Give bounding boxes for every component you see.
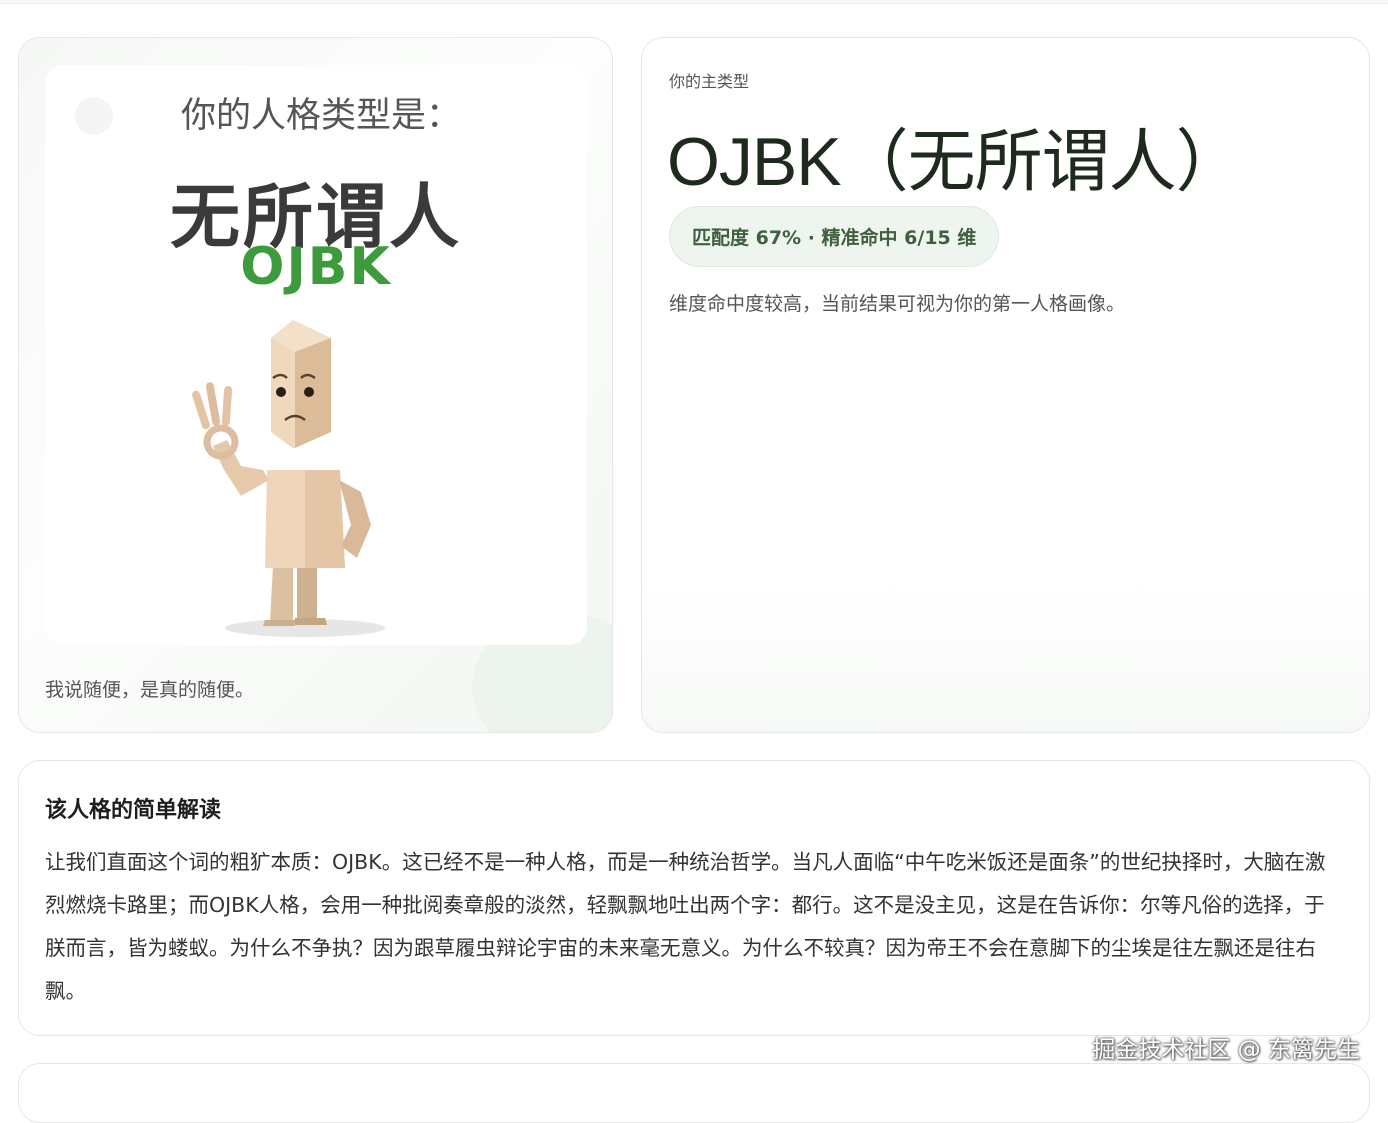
match-score-text: 匹配度 67% · 精准命中 6/15 维 — [692, 227, 977, 249]
next-section-card — [18, 1063, 1370, 1123]
poster-type-code: OJBK — [240, 237, 392, 297]
interpretation-card: 该人格的简单解读 让我们直面这个词的粗犷本质：OJBK。这已经不是一种人格，而是… — [18, 760, 1370, 1036]
top-divider — [0, 0, 1388, 4]
main-type-title: OJBK（无所谓人） — [667, 124, 1244, 200]
poster-prefix: 你的人格类型是： — [180, 96, 461, 136]
ok-gesture-figure-illustration — [192, 320, 385, 637]
personality-poster-card: 你的人格类型是： 无所谓人 OJBK 我说随便，是真的随便。 — [18, 37, 613, 733]
main-type-label: 你的主类型 — [669, 72, 750, 91]
interpretation-heading: 该人格的简单解读 — [45, 798, 222, 823]
poster-image: 你的人格类型是： 无所谓人 OJBK — [45, 65, 587, 645]
result-note: 维度命中度较高，当前结果可视为你的第一人格画像。 — [669, 293, 1126, 315]
match-score-badge: 匹配度 67% · 精准命中 6/15 维 — [669, 206, 1000, 267]
interpretation-text: 让我们直面这个词的粗犷本质：OJBK。这已经不是一种人格，而是一种统治哲学。当凡… — [45, 850, 1326, 1003]
site-watermark: 掘金技术社区 @ 东篱先生 — [1092, 1037, 1360, 1063]
poster-tagline: 我说随便，是真的随便。 — [45, 679, 255, 701]
main-type-card: 你的主类型 OJBK（无所谓人） 匹配度 67% · 精准命中 6/15 维 维… — [641, 37, 1370, 733]
